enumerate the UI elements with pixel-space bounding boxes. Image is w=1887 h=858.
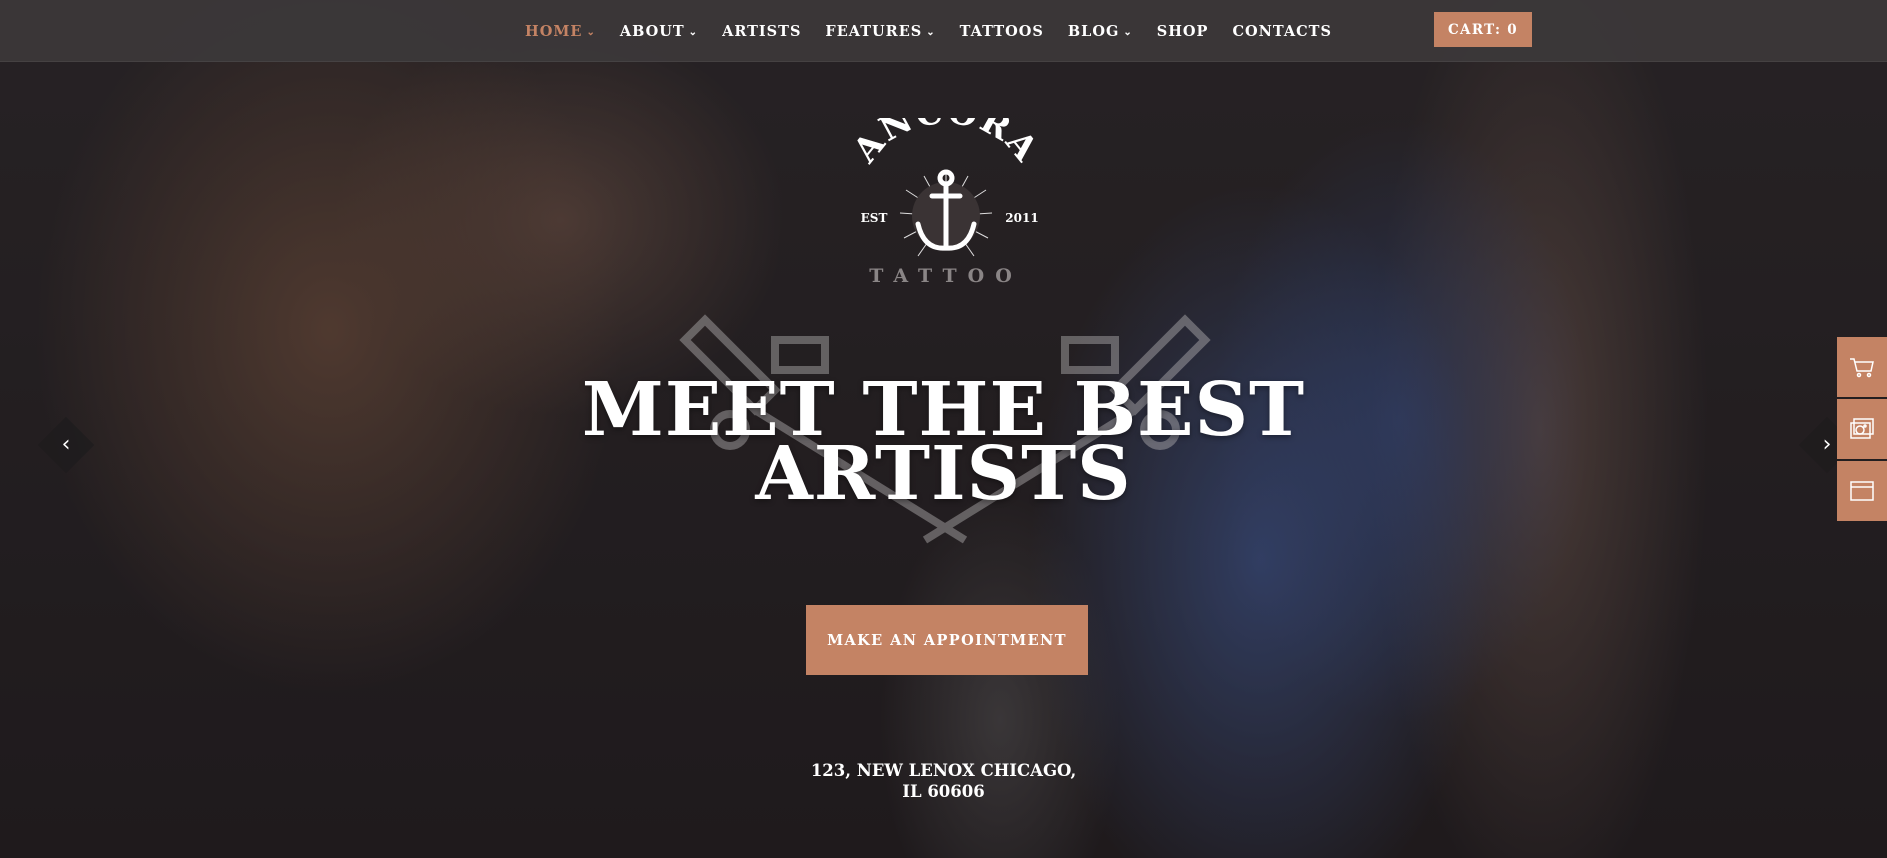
gallery-icon [1850, 418, 1874, 439]
nav-item-shop[interactable]: SHOP [1157, 23, 1209, 40]
studio-address: 123, NEW LENOX CHICAGO, IL 60606 [0, 760, 1887, 802]
nav-item-label: BLOG [1067, 22, 1120, 40]
nav-item-home[interactable]: HOME ⌄ [525, 23, 596, 40]
nav-item-about[interactable]: ABOUT ⌄ [620, 23, 698, 40]
chevron-right-icon[interactable]: › [1817, 431, 1837, 459]
nav-item-label: TATTOOS [959, 22, 1044, 40]
side-cart-button[interactable] [1837, 337, 1887, 397]
browser-window-icon [1850, 481, 1874, 501]
logo-tagline: TATTOO [869, 265, 1023, 287]
side-tools-panel [1837, 337, 1887, 523]
chevron-down-icon: ⌄ [586, 26, 596, 38]
top-navigation-bar: HOME ⌄ ABOUT ⌄ ARTISTS FEATURES ⌄ TATTOOS B… [0, 0, 1887, 62]
logo-year: 2011 [1005, 211, 1038, 225]
hero-headline: MEET THE BEST ARTISTS [0, 373, 1887, 517]
nav-item-label: ABOUT [619, 22, 685, 40]
chevron-down-icon: ⌄ [926, 26, 936, 38]
address-line-2: IL 60606 [902, 782, 985, 801]
logo-name-text: ANCORA [846, 118, 1044, 171]
side-gallery-button[interactable] [1837, 399, 1887, 459]
make-appointment-button[interactable]: MAKE AN APPOINTMENT [806, 605, 1088, 675]
cart-icon [1850, 358, 1874, 378]
nav-item-label: CONTACTS [1232, 22, 1332, 40]
address-line-1: 123, NEW LENOX CHICAGO, [810, 761, 1077, 780]
nav-item-label: SHOP [1156, 22, 1209, 40]
chevron-left-icon[interactable]: ‹ [56, 431, 76, 459]
side-browser-button[interactable] [1837, 461, 1887, 521]
nav-item-contacts[interactable]: CONTACTS [1232, 23, 1331, 40]
nav-item-label: FEATURES [825, 22, 923, 40]
chevron-down-icon: ⌄ [1123, 26, 1133, 38]
ancora-tattoo-logo[interactable]: ANCORA EST 2011 TATTOO [846, 118, 1046, 294]
logo-est: EST [861, 211, 888, 225]
nav-item-artists[interactable]: ARTISTS [722, 23, 801, 40]
cart-button[interactable]: CART: 0 [1434, 12, 1532, 47]
headline-line-2: ARTISTS [755, 431, 1132, 517]
logo-name: ANCORA [846, 118, 1046, 171]
chevron-down-icon: ⌄ [688, 26, 699, 38]
nav-item-label: HOME [525, 22, 583, 40]
main-menu: HOME ⌄ ABOUT ⌄ ARTISTS FEATURES ⌄ TATTOOS B… [525, 0, 1356, 62]
nav-item-tattoos[interactable]: TATTOOS [960, 23, 1044, 40]
nav-item-features[interactable]: FEATURES ⌄ [825, 23, 935, 40]
nav-item-blog[interactable]: BLOG ⌄ [1068, 23, 1133, 40]
nav-item-label: ARTISTS [722, 22, 802, 40]
